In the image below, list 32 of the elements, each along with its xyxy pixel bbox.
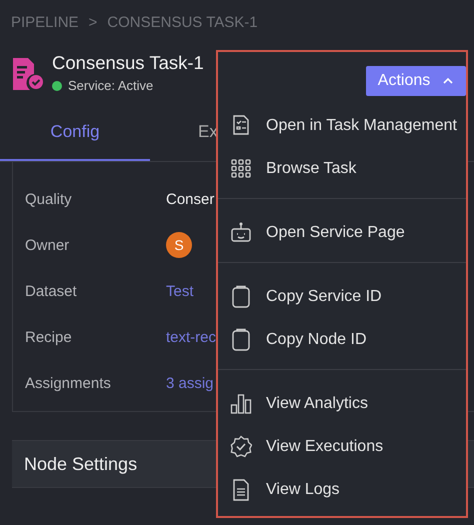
menu-item[interactable]: Browse Task xyxy=(218,147,466,190)
field-label: Recipe xyxy=(25,328,73,346)
menu-item[interactable]: View Analytics xyxy=(218,382,466,425)
menu-item[interactable]: Copy Node ID xyxy=(218,318,466,361)
menu-item[interactable]: Open Service Page xyxy=(218,211,466,254)
field-label: Dataset xyxy=(25,282,78,300)
task-icon xyxy=(10,56,44,90)
field-link[interactable]: 3 assig xyxy=(166,374,214,392)
breadcrumb-separator: > xyxy=(88,14,98,33)
caret-icon xyxy=(442,77,454,85)
badge-check-icon xyxy=(230,435,252,458)
tab[interactable]: Config xyxy=(0,107,150,161)
field-label: Quality xyxy=(25,190,73,208)
menu-item[interactable]: Copy Service ID xyxy=(218,275,466,318)
field-link[interactable]: Test xyxy=(166,282,194,300)
status-label: Service: Active xyxy=(68,78,154,93)
bar-chart-icon xyxy=(230,392,252,415)
field-value: Conser xyxy=(166,190,214,208)
field-link[interactable]: text-rec xyxy=(166,328,216,346)
field-label: Assignments xyxy=(25,374,112,392)
section-title: Node Settings xyxy=(24,454,138,474)
clipboard-icon xyxy=(230,285,252,308)
menu-item[interactable]: Open in Task Management xyxy=(218,104,466,147)
field-label: Owner xyxy=(25,236,70,254)
owner-avatar: S xyxy=(166,232,192,258)
menu-item[interactable]: View Logs xyxy=(218,468,466,511)
actions-button[interactable]: Actions xyxy=(366,66,466,96)
grid-icon xyxy=(230,157,252,180)
menu-item[interactable]: View Executions xyxy=(218,425,466,468)
clipboard-icon xyxy=(230,328,252,351)
page-title: Consensus Task-1 xyxy=(52,52,204,74)
robot-icon xyxy=(230,221,252,244)
